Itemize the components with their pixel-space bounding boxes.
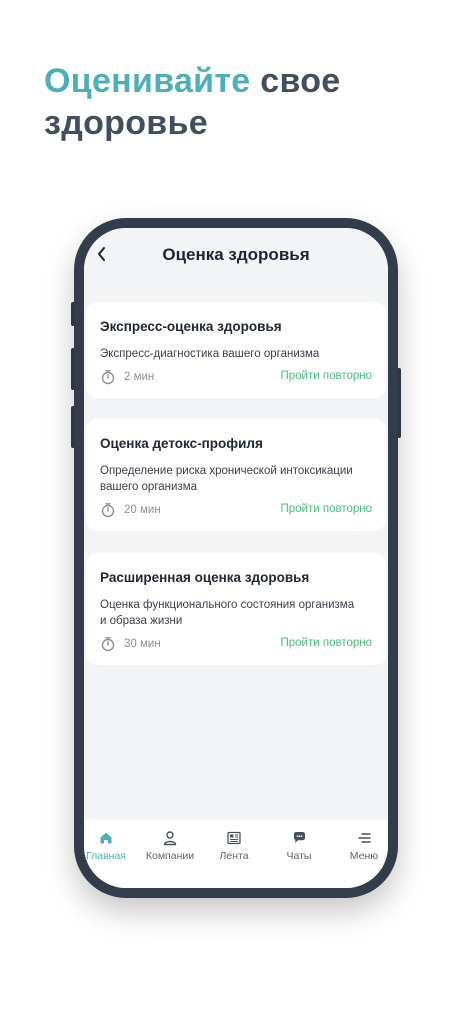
card-title: Оценка детокс-профиля [100,436,263,451]
card-description: Определение риска хронической интоксикац… [100,465,353,493]
assessment-card-extended[interactable]: Расширенная оценка здоровья Оценка функц… [86,553,386,665]
card-title: Экспресс-оценка здоровья [100,319,282,334]
nav-label: Меню [349,850,379,862]
assessment-card-express[interactable]: Экспресс-оценка здоровья Экспресс-диагно… [86,302,386,398]
duration-label: 30 мин [124,638,161,650]
nav-label: Главная [86,850,126,862]
headline-rest: свое [260,62,341,100]
chat-icon [294,832,305,843]
menu-icon [358,833,371,843]
app-screen: Оценка здоровья Экспресс-оценка здоровья… [84,228,388,888]
headline-accent: Оценивайте [44,62,251,100]
card-description: Оценка функционального состояния организ… [100,599,355,627]
duration-label: 2 мин [124,371,155,383]
nav-label: Чаты [286,850,312,862]
promo-headline: Оценивайте свое здоровье [44,60,444,144]
bottom-navigation: Главная Компании Лента Чаты Меню [84,820,388,888]
retake-button[interactable]: Пройти повторно [280,637,372,649]
nav-item-home[interactable]: Главная [84,830,138,862]
timer-icon [101,370,115,385]
timer-icon [101,637,115,652]
timer-icon [101,503,115,518]
nav-item-companies[interactable]: Компании [138,830,202,862]
nav-label: Компании [145,850,195,862]
home-icon [100,832,112,844]
top-bar: Оценка здоровья [84,228,388,294]
retake-button[interactable]: Пройти повторно [280,370,372,382]
user-icon [163,831,177,846]
screen-title: Оценка здоровья [162,245,310,264]
phone-frame: Оценка здоровья Экспресс-оценка здоровья… [74,218,398,898]
newspaper-icon [227,831,241,845]
nav-label: Лента [219,850,249,862]
retake-button[interactable]: Пройти повторно [280,503,372,515]
card-description: Экспресс-диагностика вашего организма [100,348,320,360]
duration-label: 20 мин [124,504,161,516]
nav-item-menu[interactable]: Меню [332,830,388,862]
nav-item-chats[interactable]: Чаты [267,830,331,862]
nav-item-feed[interactable]: Лента [202,830,266,862]
headline-line2: здоровье [44,104,208,142]
card-title: Расширенная оценка здоровья [100,570,310,585]
assessment-card-detox[interactable]: Оценка детокс-профиля Определение риска … [86,419,386,531]
